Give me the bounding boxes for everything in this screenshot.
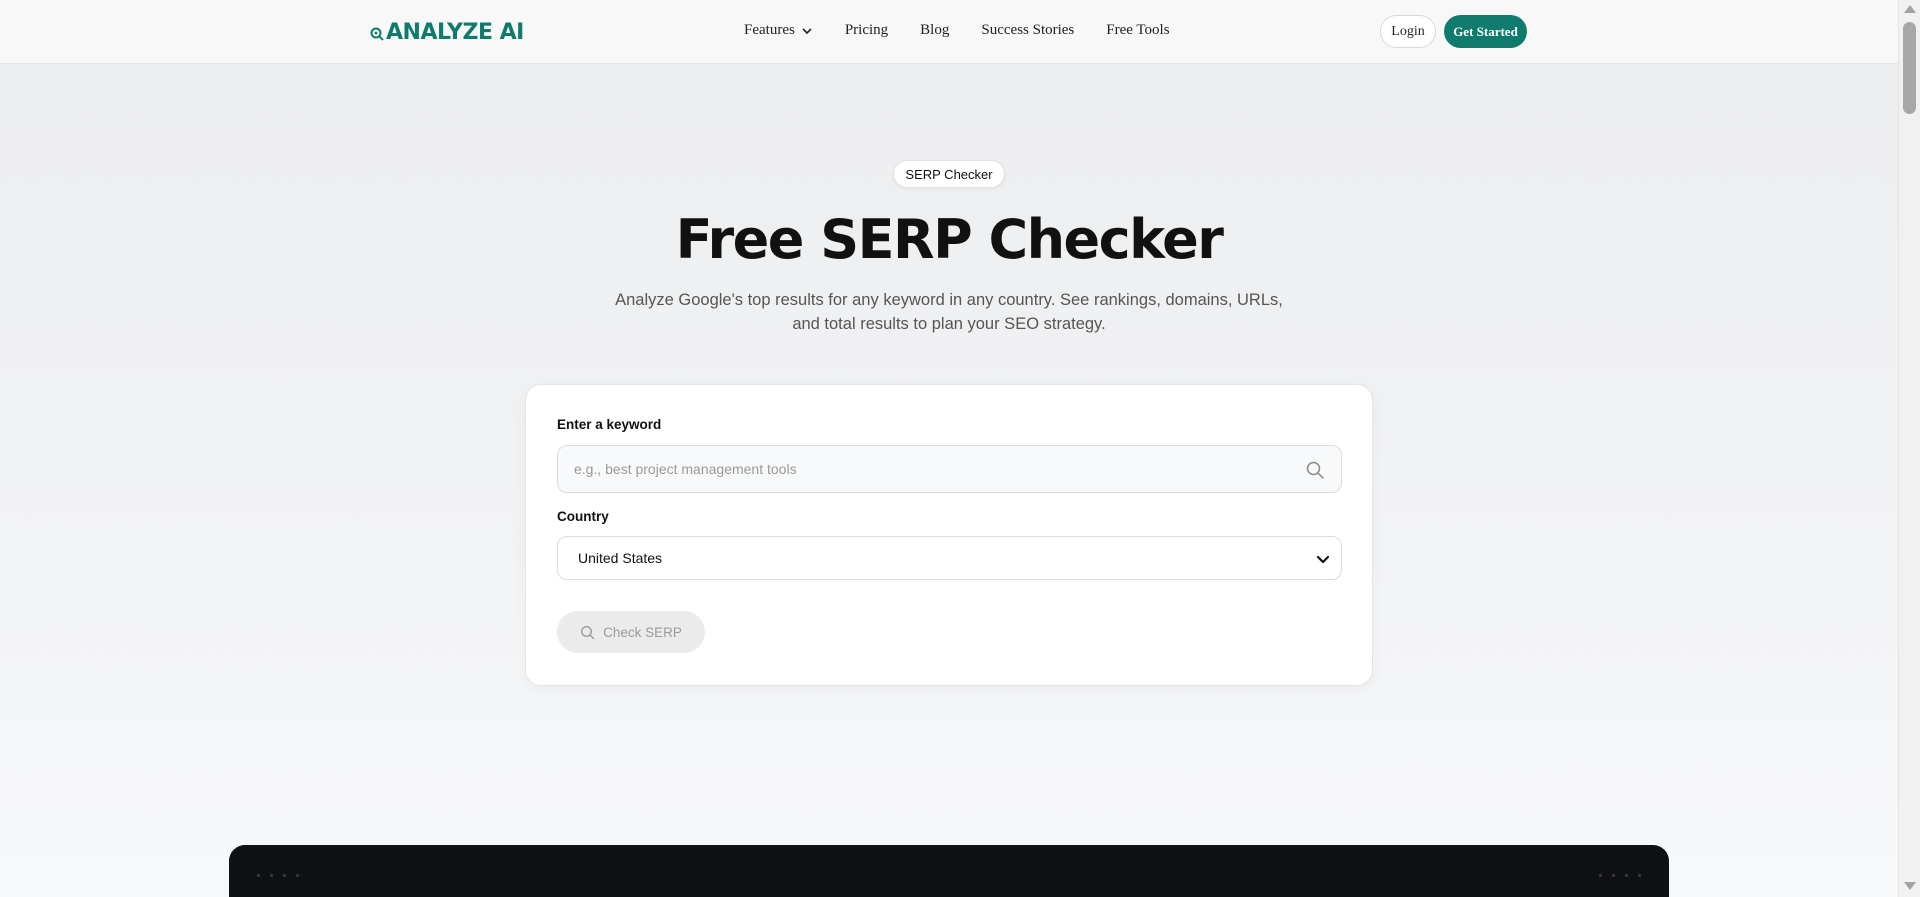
- check-serp-button[interactable]: Check SERP: [557, 611, 705, 653]
- nav-item-label: Pricing: [844, 22, 889, 38]
- country-selected-value: United States: [578, 550, 663, 566]
- page-subtitle: Analyze Google's top results for any key…: [615, 291, 1283, 333]
- nav-item-success-stories[interactable]: Success Stories: [981, 22, 1074, 39]
- nav-item-label: Features: [744, 22, 795, 38]
- serp-form-card: Enter a keyword Country United States Ch…: [525, 384, 1373, 686]
- keyword-label: Enter a keyword: [557, 417, 662, 432]
- country-select[interactable]: United States: [557, 536, 1342, 580]
- logo[interactable]: ANALYZE AI: [370, 18, 524, 46]
- tool-badge: SERP Checker: [893, 160, 1005, 188]
- keyword-input[interactable]: [574, 461, 1294, 477]
- dot: [1599, 874, 1602, 877]
- scrollbar-thumb[interactable]: [1903, 22, 1916, 114]
- keyword-field[interactable]: [557, 445, 1342, 493]
- dark-preview-section: [229, 845, 1669, 897]
- decorative-dots-right: [1599, 874, 1641, 877]
- nav-item-free-tools[interactable]: Free Tools: [1106, 22, 1169, 39]
- logo-text: ANALYZE AI: [386, 19, 524, 45]
- search-icon: [581, 625, 595, 639]
- nav-item-label: Success Stories: [981, 22, 1075, 38]
- nav-item-label: Free Tools: [1106, 22, 1170, 38]
- nav-item-pricing[interactable]: Pricing: [845, 22, 888, 39]
- decorative-dots-left: [257, 874, 299, 877]
- dot: [257, 874, 260, 877]
- dot: [1638, 874, 1641, 877]
- dot: [283, 874, 286, 877]
- dot: [270, 874, 273, 877]
- login-button[interactable]: Login: [1380, 15, 1436, 48]
- nav-item-blog[interactable]: Blog: [920, 22, 949, 39]
- check-serp-label: Check SERP: [603, 624, 682, 640]
- scroll-down-arrow-icon[interactable]: [1904, 882, 1916, 890]
- nav-item-label: Blog: [920, 22, 950, 38]
- search-icon[interactable]: [1305, 460, 1325, 480]
- site-header: ANALYZE AI Features Pricing Blog Success…: [0, 0, 1898, 64]
- dot: [1625, 874, 1628, 877]
- nav-item-features[interactable]: Features: [744, 22, 813, 39]
- select-chevron-icon: [1316, 555, 1330, 564]
- country-label: Country: [557, 509, 609, 524]
- page-title: Free SERP Checker: [675, 208, 1224, 271]
- dot: [1612, 874, 1615, 877]
- chevron-down-icon: [802, 27, 812, 34]
- page-scrollbar[interactable]: [1898, 0, 1920, 897]
- main-nav: Features Pricing Blog Success Stories Fr…: [744, 22, 1170, 39]
- logo-icon: [370, 27, 384, 41]
- get-started-button[interactable]: Get Started: [1444, 15, 1527, 48]
- scroll-up-arrow-icon[interactable]: [1904, 5, 1916, 13]
- dot: [296, 874, 299, 877]
